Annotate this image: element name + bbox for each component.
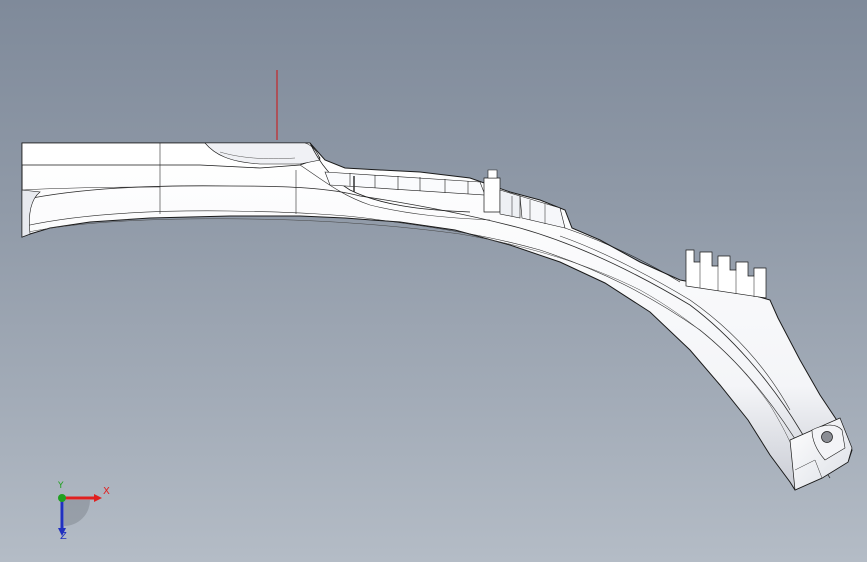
triad-shadow [64, 500, 90, 526]
cad-graphics-viewport[interactable]: X Y Z [0, 0, 867, 562]
cad-model-view[interactable] [0, 0, 867, 562]
part-silhouette [21, 142, 853, 491]
x-axis-head [94, 494, 102, 502]
y-axis-label: Y [58, 481, 64, 491]
coordinate-triad: X Y Z [48, 480, 118, 544]
x-axis-label: X [103, 486, 110, 497]
z-axis-label: Z [60, 531, 67, 542]
y-axis-dot [58, 494, 66, 502]
mount-hole [821, 431, 833, 443]
trim-part-model[interactable] [21, 142, 853, 491]
